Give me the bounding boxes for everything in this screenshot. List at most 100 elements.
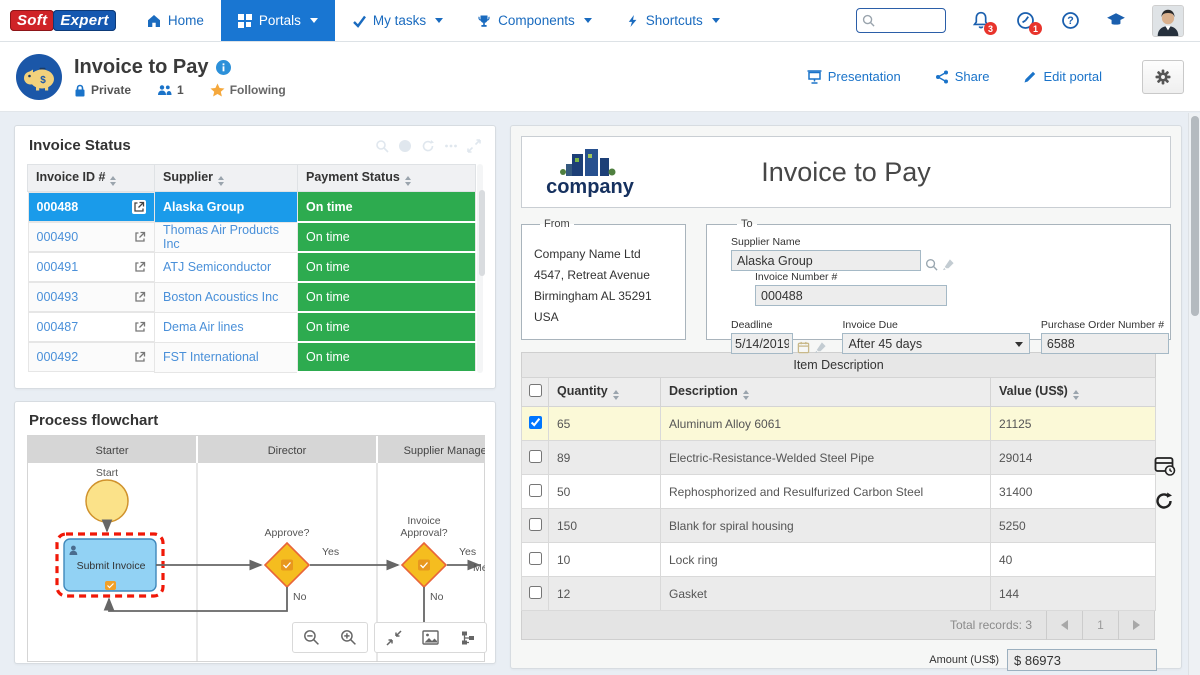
- amount-label: Amount (US$): [929, 654, 999, 666]
- logo-soft: Soft: [10, 10, 54, 31]
- lock-icon: [74, 84, 86, 97]
- open-record-icon[interactable]: [134, 231, 146, 243]
- status-badge: On time: [298, 342, 476, 372]
- supplier-name-field[interactable]: [731, 250, 921, 271]
- user-avatar[interactable]: [1152, 5, 1184, 37]
- pending-tasks-button[interactable]: 1: [1016, 11, 1035, 30]
- nav-shortcuts-label: Shortcuts: [646, 13, 703, 28]
- avatar-photo: [1153, 6, 1183, 36]
- global-search[interactable]: [856, 8, 946, 33]
- from-address-line: 4547, Retreat Avenue: [534, 265, 673, 286]
- table-row[interactable]: 000491 ATJ Semiconductor On time: [28, 252, 476, 282]
- table-row[interactable]: 000493 Boston Acoustics Inc On time: [28, 282, 476, 312]
- clear-field-icon[interactable]: [814, 341, 827, 354]
- export-image-button[interactable]: [412, 623, 449, 652]
- refresh-button[interactable]: [1154, 491, 1176, 516]
- open-record-icon[interactable]: [134, 261, 146, 273]
- table-row[interactable]: 000488 Alaska Group On time: [28, 192, 476, 223]
- table-scrollbar[interactable]: [477, 164, 483, 373]
- from-fieldset: From Company Name Ltd 4547, Retreat Aven…: [521, 218, 686, 340]
- purchase-order-field[interactable]: [1041, 333, 1169, 354]
- item-row[interactable]: 12Gasket144: [522, 577, 1156, 611]
- portal-settings-button[interactable]: [1142, 60, 1184, 94]
- search-input[interactable]: [879, 14, 939, 28]
- deadline-field[interactable]: [731, 333, 793, 354]
- select-all-checkbox[interactable]: [529, 384, 542, 397]
- col-description[interactable]: Description: [661, 378, 991, 407]
- row-checkbox[interactable]: [529, 552, 542, 565]
- calendar-icon[interactable]: [797, 341, 810, 354]
- zoom-in-button[interactable]: [330, 623, 367, 652]
- nav-shortcuts[interactable]: Shortcuts: [609, 0, 737, 41]
- item-row[interactable]: 65Aluminum Alloy 606121125: [522, 407, 1156, 441]
- current-page[interactable]: 1: [1082, 611, 1118, 640]
- graduation-cap-icon: [1106, 12, 1126, 29]
- item-row[interactable]: 50Rephosphorized and Resulfurized Carbon…: [522, 475, 1156, 509]
- row-checkbox[interactable]: [529, 416, 542, 429]
- table-row[interactable]: 000492 FST International On time: [28, 342, 476, 372]
- col-quantity[interactable]: Quantity: [549, 378, 661, 407]
- share-label: Share: [955, 69, 990, 84]
- col-payment-status[interactable]: Payment Status: [298, 165, 476, 192]
- expand-icon[interactable]: [467, 139, 481, 153]
- open-record-icon[interactable]: [132, 200, 146, 214]
- softexpert-logo[interactable]: Soft Expert: [0, 0, 130, 41]
- nav-home[interactable]: Home: [130, 0, 221, 41]
- next-page-button[interactable]: [1118, 611, 1154, 640]
- col-invoice-id[interactable]: Invoice ID #: [28, 165, 155, 192]
- status-badge: On time: [298, 252, 476, 282]
- row-checkbox[interactable]: [529, 518, 542, 531]
- home-icon: [147, 14, 161, 28]
- chevron-down-icon: [584, 18, 592, 23]
- notifications-button[interactable]: 3: [972, 11, 990, 30]
- table-row[interactable]: 000490 Thomas Air Products Inc On time: [28, 222, 476, 252]
- invoice-due-select[interactable]: After 45 days: [842, 333, 1030, 354]
- clear-field-icon[interactable]: [942, 258, 955, 271]
- fit-to-screen-button[interactable]: [375, 623, 412, 652]
- help-button[interactable]: ?: [1061, 11, 1080, 30]
- lookup-icon[interactable]: [925, 258, 938, 271]
- info-icon[interactable]: [216, 60, 231, 75]
- share-icon: [935, 70, 949, 84]
- col-supplier[interactable]: Supplier: [155, 165, 298, 192]
- following-toggle[interactable]: Following: [210, 83, 286, 97]
- scrollbar-thumb[interactable]: [1191, 116, 1199, 316]
- row-checkbox[interactable]: [529, 484, 542, 497]
- nav-components[interactable]: Components: [460, 0, 609, 41]
- row-checkbox[interactable]: [529, 586, 542, 599]
- presentation-label: Presentation: [828, 69, 901, 84]
- zoom-out-button[interactable]: [293, 623, 330, 652]
- diagram-view-button[interactable]: [449, 623, 486, 652]
- share-button[interactable]: Share: [935, 69, 990, 84]
- item-description-table: Item Description Quantity Description Va…: [521, 352, 1156, 611]
- nav-my-tasks[interactable]: My tasks: [335, 0, 460, 41]
- open-record-icon[interactable]: [134, 351, 146, 363]
- row-checkbox[interactable]: [529, 450, 542, 463]
- start-event[interactable]: [86, 480, 128, 522]
- more-options-icon[interactable]: [444, 139, 458, 153]
- invoice-number-field[interactable]: [755, 285, 947, 306]
- prev-page-button[interactable]: [1046, 611, 1082, 640]
- open-record-icon[interactable]: [134, 321, 146, 333]
- edit-portal-button[interactable]: Edit portal: [1023, 69, 1102, 84]
- page-scrollbar[interactable]: [1188, 113, 1200, 675]
- presentation-button[interactable]: Presentation: [807, 69, 901, 84]
- info-icon[interactable]: [398, 139, 412, 153]
- table-row[interactable]: 000487 Dema Air lines On time: [28, 312, 476, 342]
- refresh-icon[interactable]: [421, 139, 435, 153]
- history-table-button[interactable]: [1154, 456, 1176, 481]
- learning-button[interactable]: [1106, 12, 1126, 29]
- nav-portals-label: Portals: [259, 13, 301, 28]
- item-row[interactable]: 10Lock ring40: [522, 543, 1156, 577]
- followers-count[interactable]: 1: [157, 83, 184, 97]
- nav-portals[interactable]: Portals: [221, 0, 335, 41]
- no1-label: No: [293, 591, 307, 603]
- amount-field[interactable]: [1007, 649, 1157, 671]
- chevron-down-icon: [712, 18, 720, 23]
- col-value[interactable]: Value (US$): [991, 378, 1156, 407]
- chevron-down-icon: [435, 18, 443, 23]
- item-row[interactable]: 150Blank for spiral housing5250: [522, 509, 1156, 543]
- search-icon[interactable]: [375, 139, 389, 153]
- item-row[interactable]: 89Electric-Resistance-Welded Steel Pipe2…: [522, 441, 1156, 475]
- open-record-icon[interactable]: [134, 291, 146, 303]
